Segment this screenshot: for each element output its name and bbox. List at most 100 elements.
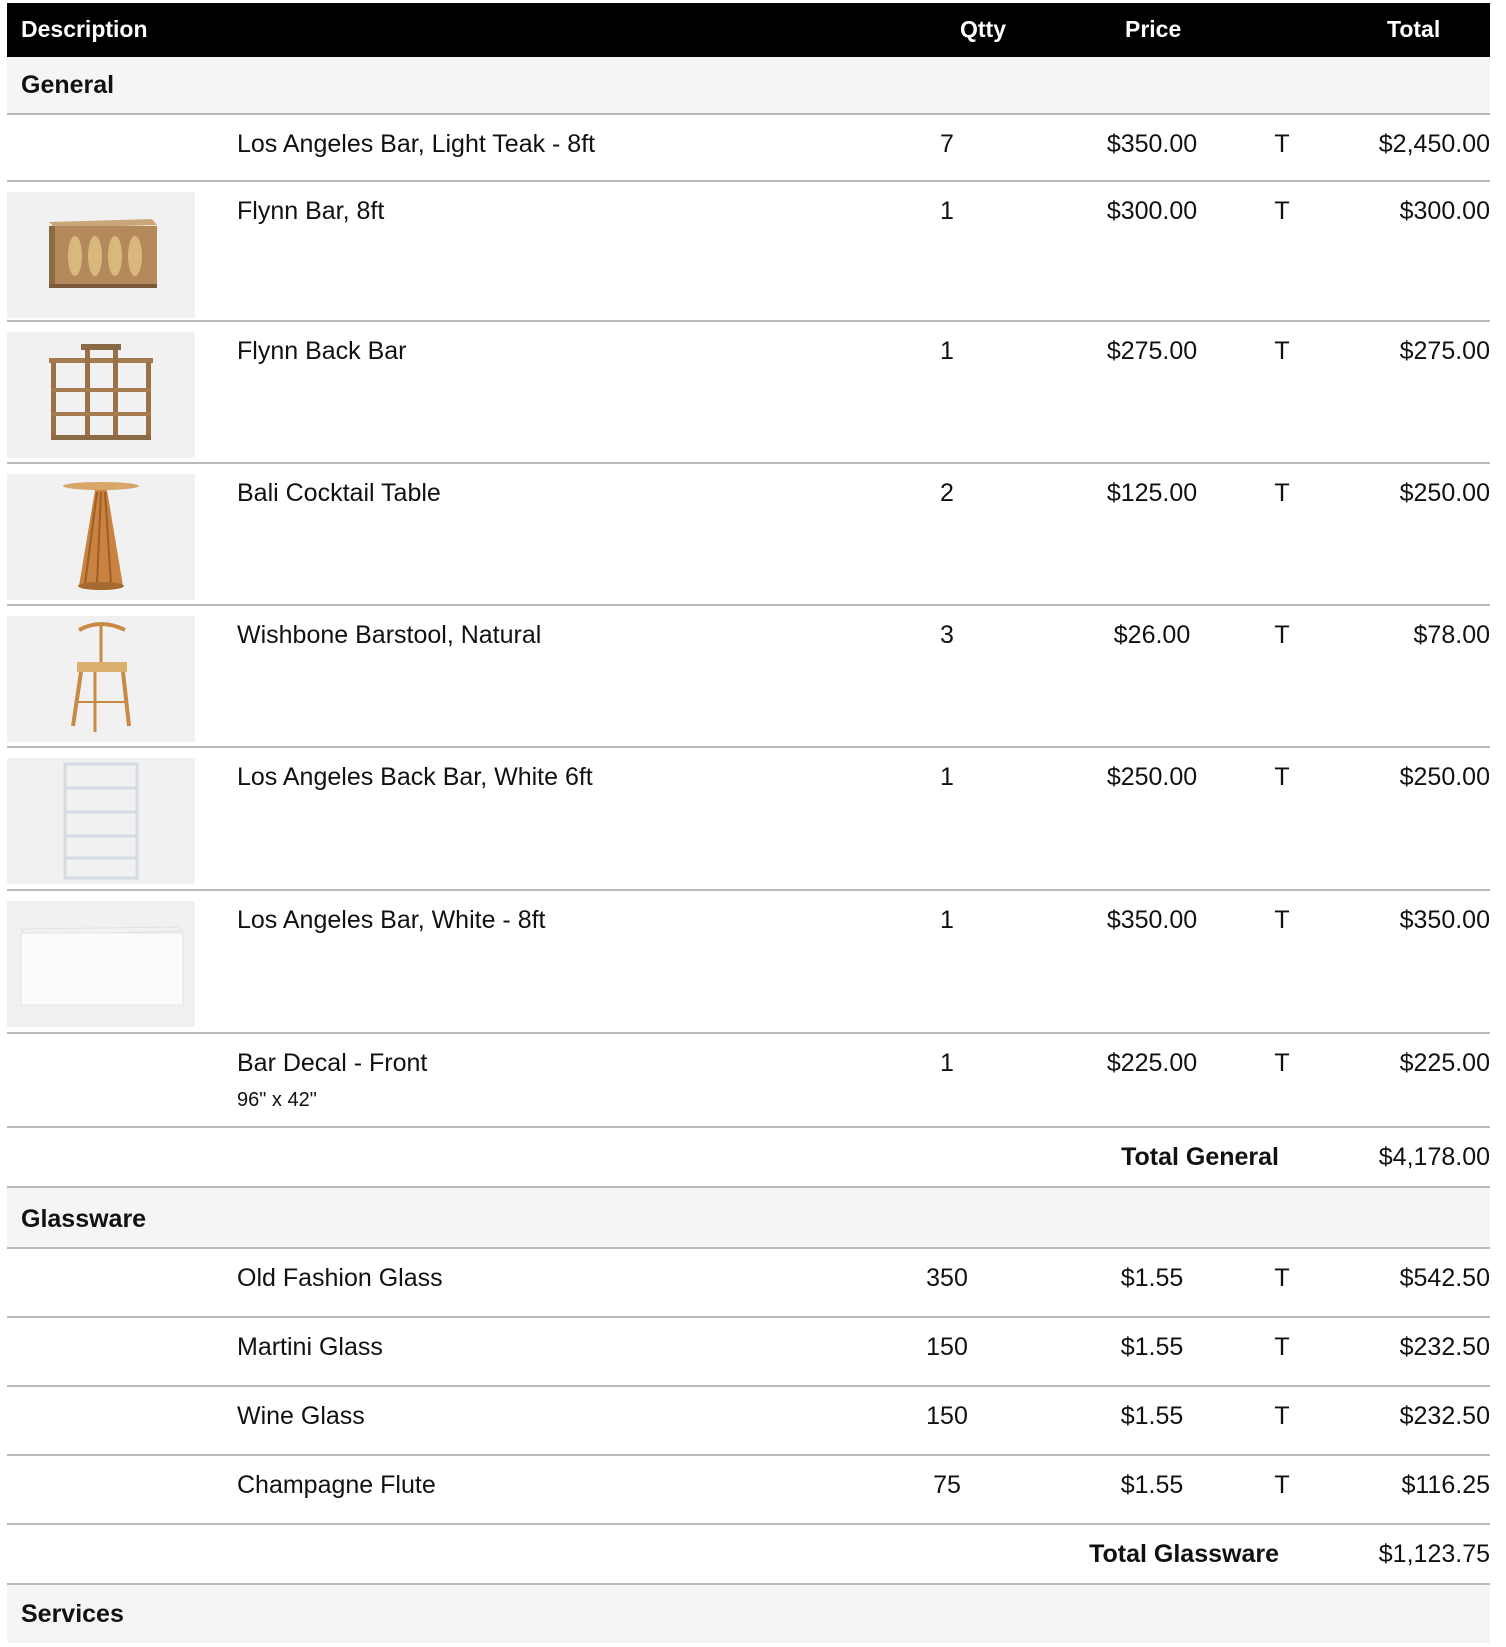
item-price: $26.00: [1113, 621, 1191, 649]
item-thumbnail: [7, 616, 195, 742]
item-tax: T: [1274, 197, 1290, 225]
table-row: Los Angeles Bar, White - 8ft 1 $350.00 T…: [7, 891, 1490, 1034]
item-total: $250.00: [1399, 479, 1490, 507]
item-description: Los Angeles Bar, Light Teak - 8ft: [237, 130, 596, 158]
section-services: Services: [7, 1585, 1490, 1643]
table-row: Champagne Flute 75 $1.55 T $116.25: [7, 1456, 1490, 1525]
white-shelf-icon: [63, 762, 139, 880]
item-total: $232.50: [1399, 1333, 1490, 1361]
item-price: $1.55: [1120, 1402, 1184, 1430]
section-title: Services: [21, 1600, 124, 1628]
cocktail-table-icon: [63, 482, 139, 590]
section-title: Glassware: [21, 1205, 147, 1233]
item-thumbnail: [7, 901, 195, 1027]
item-total: $542.50: [1399, 1264, 1490, 1292]
item-description: Wishbone Barstool, Natural: [237, 621, 542, 649]
item-tax: T: [1274, 1264, 1290, 1292]
item-total: $300.00: [1399, 197, 1490, 225]
item-description: Flynn Back Bar: [237, 337, 407, 365]
item-price: $250.00: [1106, 763, 1198, 791]
table-row: Old Fashion Glass 350 $1.55 T $542.50: [7, 1249, 1490, 1318]
item-qty: 3: [940, 621, 954, 649]
table-row: Los Angeles Back Bar, White 6ft 1 $250.0…: [7, 748, 1490, 891]
item-qty: 1: [940, 337, 954, 365]
section-subtotal: Total Glassware $1,123.75: [7, 1525, 1490, 1585]
item-tax: T: [1274, 621, 1290, 649]
table-row: Martini Glass 150 $1.55 T $232.50: [7, 1318, 1490, 1387]
item-price: $300.00: [1106, 197, 1198, 225]
section-subtotal: Total General $4,178.00: [7, 1128, 1490, 1188]
table-row: Flynn Bar, 8ft 1 $300.00 T $300.00: [7, 182, 1490, 322]
item-description: Flynn Bar, 8ft: [237, 197, 385, 225]
item-tax: T: [1274, 763, 1290, 791]
item-thumbnail: [7, 192, 195, 318]
item-price: $1.55: [1120, 1264, 1184, 1292]
item-qty: 150: [926, 1333, 968, 1361]
item-total: $350.00: [1399, 906, 1490, 934]
bar-cabinet-icon: [49, 219, 157, 288]
item-thumbnail: [7, 758, 195, 884]
column-qty: Qtty: [960, 16, 1006, 42]
column-price: Price: [1125, 16, 1182, 42]
item-qty: 2: [940, 479, 954, 507]
item-price: $275.00: [1106, 337, 1198, 365]
item-qty: 1: [940, 763, 954, 791]
item-price: $1.55: [1120, 1333, 1184, 1361]
back-bar-shelf-icon: [49, 344, 153, 440]
item-description: Los Angeles Back Bar, White 6ft: [237, 763, 593, 791]
item-price: $350.00: [1106, 906, 1198, 934]
item-tax: T: [1274, 479, 1290, 507]
item-tax: T: [1274, 906, 1290, 934]
table-row: Bali Cocktail Table 2 $125.00 T $250.00: [7, 464, 1490, 606]
item-total: $275.00: [1399, 337, 1490, 365]
item-qty: 75: [933, 1471, 961, 1499]
section-title: General: [21, 71, 115, 99]
item-tax: T: [1274, 1402, 1290, 1430]
item-total: $78.00: [1413, 621, 1490, 649]
table-row: Los Angeles Bar, Light Teak - 8ft 7 $350…: [7, 115, 1490, 182]
table-header: Description Qtty Price Total: [7, 3, 1490, 57]
item-tax: T: [1274, 337, 1290, 365]
subtotal-label: Total General: [1121, 1143, 1279, 1171]
table-row: Bar Decal - Front 96" x 42" 1 $225.00 T …: [7, 1034, 1490, 1128]
item-price: $1.55: [1120, 1471, 1184, 1499]
barstool-icon: [71, 622, 131, 732]
item-description: Champagne Flute: [237, 1471, 436, 1499]
table-row: Wine Glass 150 $1.55 T $232.50: [7, 1387, 1490, 1456]
item-qty: 1: [940, 906, 954, 934]
item-qty: 350: [926, 1264, 968, 1292]
item-price: $350.00: [1106, 130, 1198, 158]
item-total: $225.00: [1399, 1049, 1490, 1077]
item-price: $225.00: [1106, 1049, 1198, 1077]
subtotal-value: $1,123.75: [1378, 1540, 1490, 1568]
item-note: 96" x 42": [237, 1089, 317, 1111]
item-tax: T: [1274, 1333, 1290, 1361]
item-description: Bali Cocktail Table: [237, 479, 441, 507]
item-qty: 1: [940, 1049, 954, 1077]
white-bar-icon: [20, 926, 185, 1006]
column-total: Total: [1387, 16, 1441, 42]
item-qty: 7: [940, 130, 954, 158]
item-tax: T: [1274, 1471, 1290, 1499]
item-total: $116.25: [1401, 1471, 1490, 1499]
item-total: $232.50: [1399, 1402, 1490, 1430]
section-glassware: Glassware: [7, 1188, 1490, 1249]
table-row: Wishbone Barstool, Natural 3 $26.00 T $7…: [7, 606, 1490, 748]
item-thumbnail: [7, 474, 195, 600]
item-description: Martini Glass: [237, 1333, 383, 1361]
column-description: Description: [21, 16, 148, 42]
table-row: Flynn Back Bar 1 $275.00 T $275.00: [7, 322, 1490, 464]
item-description: Los Angeles Bar, White - 8ft: [237, 906, 546, 934]
item-qty: 1: [940, 197, 954, 225]
subtotal-value: $4,178.00: [1378, 1143, 1490, 1171]
section-general: General: [7, 57, 1490, 115]
item-description: Bar Decal - Front: [237, 1049, 428, 1077]
item-tax: T: [1274, 1049, 1290, 1077]
item-total: $2,450.00: [1378, 130, 1490, 158]
item-total: $250.00: [1399, 763, 1490, 791]
item-tax: T: [1274, 130, 1290, 158]
item-qty: 150: [926, 1402, 968, 1430]
subtotal-label: Total Glassware: [1089, 1540, 1279, 1568]
line-items-table: Description Qtty Price Total General Los…: [7, 3, 1490, 1643]
item-thumbnail: [7, 332, 195, 458]
